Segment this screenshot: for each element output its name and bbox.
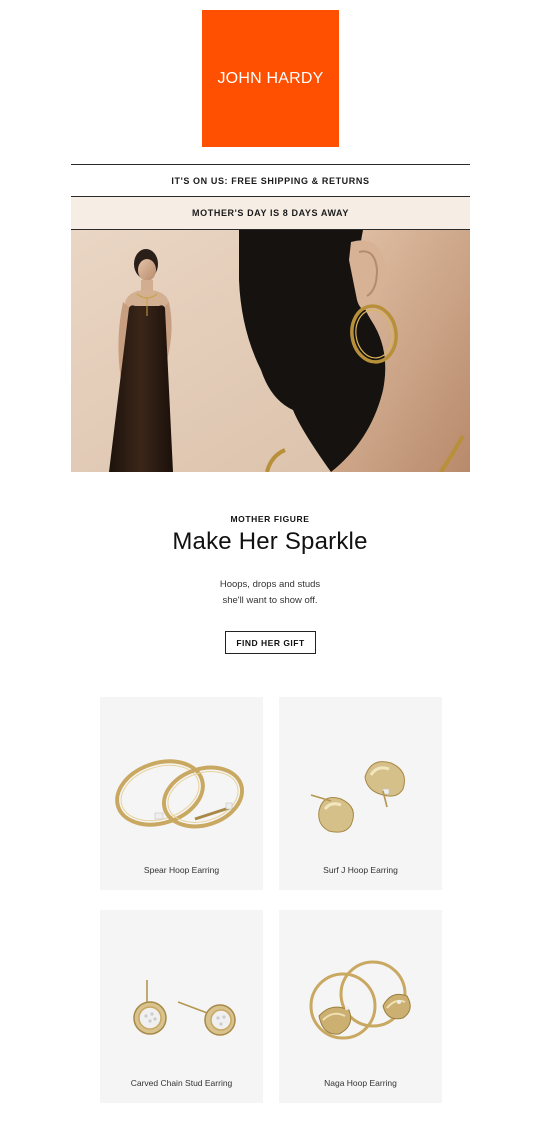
hero-subtitle-line-2: she'll want to show off. xyxy=(222,595,318,606)
naga-hoop-earring-image xyxy=(309,960,411,1040)
brand-logo[interactable]: JOHN HARDY xyxy=(202,10,339,147)
find-her-gift-button[interactable]: FIND HER GIFT xyxy=(225,631,316,654)
product-card-carved-chain-stud[interactable]: Carved Chain Stud Earring xyxy=(100,910,263,1103)
hero-subtitle-line-1: Hoops, drops and studs xyxy=(219,579,321,590)
product-card-spear-hoop[interactable]: Spear Hoop Earring xyxy=(100,697,263,890)
product-name[interactable]: Carved Chain Stud Earring xyxy=(100,1078,263,1088)
hero-headline: Make Her Sparkle xyxy=(172,528,368,555)
hero-eyebrow: MOTHER FIGURE xyxy=(230,514,310,524)
hero-subtitle: Hoops, drops and studs she'll want to sh… xyxy=(0,577,540,609)
hero-photo xyxy=(71,230,470,472)
product-card-naga-hoop[interactable]: Naga Hoop Earring xyxy=(279,910,442,1103)
free-shipping-banner[interactable]: IT'S ON US: FREE SHIPPING & RETURNS xyxy=(71,164,470,197)
product-name[interactable]: Naga Hoop Earring xyxy=(279,1078,442,1088)
surf-j-hoop-earring-image xyxy=(310,761,405,833)
product-name[interactable]: Surf J Hoop Earring xyxy=(279,865,442,875)
product-card-surf-j-hoop[interactable]: Surf J Hoop Earring xyxy=(279,697,442,890)
hero-image[interactable] xyxy=(71,230,470,472)
product-name[interactable]: Spear Hoop Earring xyxy=(100,865,263,875)
carved-chain-stud-earring-image xyxy=(133,980,236,1036)
mothers-day-countdown-banner: MOTHER'S DAY IS 8 DAYS AWAY xyxy=(71,197,470,230)
spear-hoop-earring-image xyxy=(115,759,245,829)
